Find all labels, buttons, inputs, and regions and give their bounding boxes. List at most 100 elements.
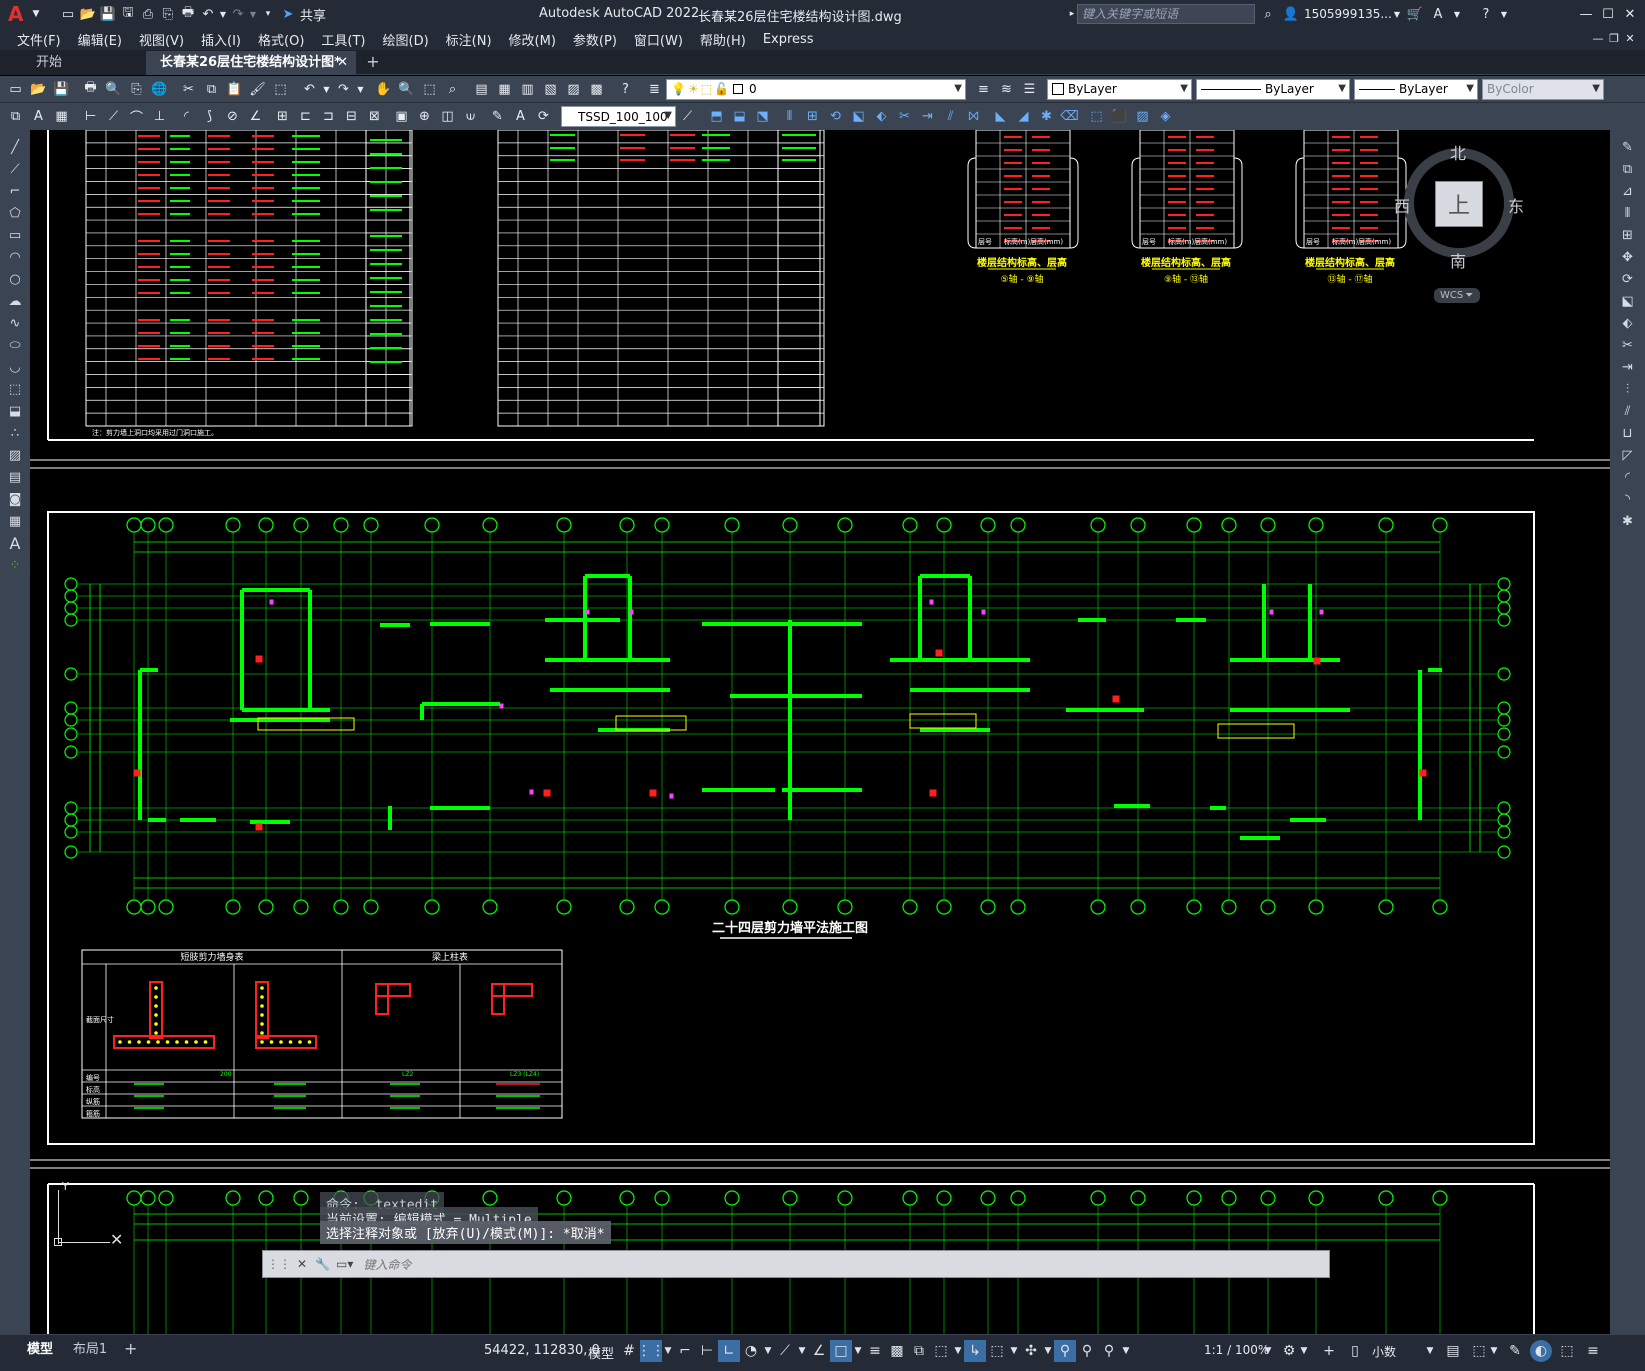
break-right-icon[interactable]: ⫽ xyxy=(1610,400,1645,422)
plot-icon[interactable]: 🖶 xyxy=(178,4,198,24)
selection-cycling-icon[interactable]: ⧉ xyxy=(908,1340,930,1362)
snap-chevron-icon[interactable]: ▼ xyxy=(662,1340,674,1362)
dim-text-edit-icon[interactable]: A xyxy=(510,106,531,127)
user-chevron-icon[interactable]: ▼ xyxy=(1387,4,1407,24)
menu-item-12[interactable]: Express xyxy=(763,32,814,47)
undo-icon[interactable]: ↶ xyxy=(198,4,218,24)
lineweight-icon[interactable]: ≡ xyxy=(864,1340,886,1362)
move-right-icon[interactable]: ✥ xyxy=(1610,246,1645,268)
menu-item-2[interactable]: 视图(V) xyxy=(139,30,184,49)
array-icon[interactable]: ⊞ xyxy=(802,106,823,127)
make-block-icon[interactable]: ⬛ xyxy=(1109,106,1130,127)
layer-properties-icon[interactable]: ≣ xyxy=(644,79,665,100)
explode-right-icon[interactable]: ✱ xyxy=(1610,510,1645,532)
menu-item-3[interactable]: 插入(I) xyxy=(201,30,241,49)
join-icon[interactable]: ⨝ xyxy=(963,106,984,127)
circle-icon[interactable]: ○ xyxy=(0,268,30,290)
sf-chevron-icon[interactable]: ▼ xyxy=(1008,1340,1020,1362)
command-grip-icon[interactable]: ⋮⋮ xyxy=(267,1257,291,1271)
save-icon[interactable]: 💾 xyxy=(98,4,118,24)
layer-lock-icon[interactable]: 🔓 xyxy=(714,82,729,96)
mtext-icon[interactable]: A xyxy=(0,532,30,554)
rotate-icon[interactable]: ⟲ xyxy=(825,106,846,127)
redo-icon[interactable]: ↷ xyxy=(228,4,248,24)
autocad-logo[interactable]: A xyxy=(8,2,26,26)
ortho-icon[interactable]: ∟ xyxy=(718,1340,740,1362)
draw-order-icon[interactable]: ⧉ xyxy=(5,106,26,127)
insert-block-icon[interactable]: ⬚ xyxy=(1086,106,1107,127)
clean-screen-icon[interactable]: ⬚ xyxy=(1556,1340,1578,1362)
properties-icon[interactable]: ▤ xyxy=(471,79,492,100)
break-point-icon[interactable]: ⫶ xyxy=(1610,378,1645,400)
copy-obj-icon[interactable]: ⬓ xyxy=(729,106,750,127)
dim-arc-icon[interactable]: ⌒ xyxy=(126,106,147,127)
construction-line-icon[interactable]: ⟋ xyxy=(0,158,30,180)
lineweight-chevron-icon[interactable]: ▼ xyxy=(1466,83,1474,94)
linetype-chevron-icon[interactable]: ▼ xyxy=(1338,83,1346,94)
save-web-icon[interactable]: ⎘ xyxy=(158,4,178,24)
customize-qat-icon[interactable]: ▾ xyxy=(258,4,278,24)
point-icon[interactable]: ∴ xyxy=(0,422,30,444)
menu-item-7[interactable]: 标注(N) xyxy=(446,30,492,49)
stretch-icon[interactable]: ⬖ xyxy=(871,106,892,127)
search-icon[interactable]: ⌕ xyxy=(1258,4,1278,24)
dynamic-input-icon[interactable]: ⊢ xyxy=(696,1340,718,1362)
rectangle-icon[interactable]: ▭ xyxy=(0,224,30,246)
tool-palettes-icon[interactable]: ▥ xyxy=(517,79,538,100)
paste-icon[interactable]: 📋 xyxy=(224,79,245,100)
3d-osnap-icon[interactable]: ⬚ xyxy=(930,1340,952,1362)
dim-linear-icon[interactable]: ⊢ xyxy=(80,106,101,127)
iso-chevron-icon[interactable]: ▼ xyxy=(796,1340,808,1362)
command-close-icon[interactable]: ✕ xyxy=(297,1257,307,1271)
dim-continue-icon[interactable]: ⊐ xyxy=(318,106,339,127)
dimstyle-chevron-icon[interactable]: ▼ xyxy=(664,110,672,121)
menu-item-5[interactable]: 工具(T) xyxy=(321,30,365,49)
drawing-canvas[interactable]: 注：剪力墙上洞口均采用过门洞口施工。 层号 标高(m) 层高(mm) 楼层结构标高、层高… xyxy=(30,130,1610,1334)
annotation-scale[interactable]: 1:1 / 100% xyxy=(1204,1343,1269,1357)
3dosnap-chevron-icon[interactable]: ▼ xyxy=(952,1340,964,1362)
design-center-icon[interactable]: ▦ xyxy=(494,79,515,100)
mirror-right-icon[interactable]: ⊿ xyxy=(1610,180,1645,202)
dim-space-icon[interactable]: ⊟ xyxy=(341,106,362,127)
dim-ordinate-icon[interactable]: ⊥ xyxy=(149,106,170,127)
ellipse-icon[interactable]: ⬭ xyxy=(0,334,30,356)
app-menu-chevron-icon[interactable]: ▼ xyxy=(26,4,46,24)
new-file-icon[interactable]: ▭ xyxy=(58,4,78,24)
zoom-previous-icon[interactable]: ⌕ xyxy=(442,79,463,100)
hatch-icon[interactable]: ▨ xyxy=(1132,106,1153,127)
text-style-icon[interactable]: A xyxy=(28,106,49,127)
a360-chevron-icon[interactable]: ▼ xyxy=(1447,4,1467,24)
lock-ui-icon[interactable]: ⬚ xyxy=(1468,1340,1490,1362)
viewcube-north[interactable]: 北 xyxy=(1450,140,1466,164)
revision-cloud-icon[interactable]: ☁ xyxy=(0,290,30,312)
center-mark-icon[interactable]: ⊕ xyxy=(414,106,435,127)
doc-minimize-icon[interactable]: — xyxy=(1590,30,1606,46)
qnew-icon[interactable]: ▭ xyxy=(5,79,26,100)
trim-icon[interactable]: ✂ xyxy=(894,106,915,127)
search-input[interactable]: 键入关键字或短语 xyxy=(1077,4,1255,24)
customization-icon[interactable]: ≡ xyxy=(1582,1340,1604,1362)
maximize-icon[interactable]: ☐ xyxy=(1598,4,1618,24)
dim-diameter-icon[interactable]: ⊘ xyxy=(222,106,243,127)
dynamic-ucs-icon[interactable]: ↳ xyxy=(964,1340,986,1362)
osnap-chevron-icon[interactable]: ▼ xyxy=(852,1340,864,1362)
undo-tb-icon[interactable]: ↶ xyxy=(299,79,320,100)
stretch-right-icon[interactable]: ⬖ xyxy=(1610,312,1645,334)
units-chevron-icon[interactable]: ▼ xyxy=(1424,1340,1436,1362)
plot-tb-icon[interactable]: 🖶 xyxy=(80,79,101,100)
user-icon[interactable]: 👤 xyxy=(1281,4,1301,24)
rotate-right-icon[interactable]: ⟳ xyxy=(1610,268,1645,290)
dim-aligned-icon[interactable]: ⟋ xyxy=(103,106,124,127)
dim-break-icon[interactable]: ⊠ xyxy=(364,106,385,127)
otrack-icon[interactable]: ∠ xyxy=(808,1340,830,1362)
chamfer-icon[interactable]: ◣ xyxy=(990,106,1011,127)
add-selected-icon[interactable]: ⁘ xyxy=(0,554,30,576)
preview-icon[interactable]: 🔍 xyxy=(103,79,124,100)
as-chevron-icon[interactable]: ▼ xyxy=(1120,1340,1132,1362)
color-dropdown[interactable]: ByLayer ▼ xyxy=(1047,78,1192,100)
region-icon[interactable]: ◈ xyxy=(1155,106,1176,127)
help-tb-icon[interactable]: ? xyxy=(615,79,636,100)
gradient-icon[interactable]: ▤ xyxy=(0,466,30,488)
explode-icon[interactable]: ✱ xyxy=(1036,106,1057,127)
color-chevron-icon[interactable]: ▼ xyxy=(1180,83,1188,94)
